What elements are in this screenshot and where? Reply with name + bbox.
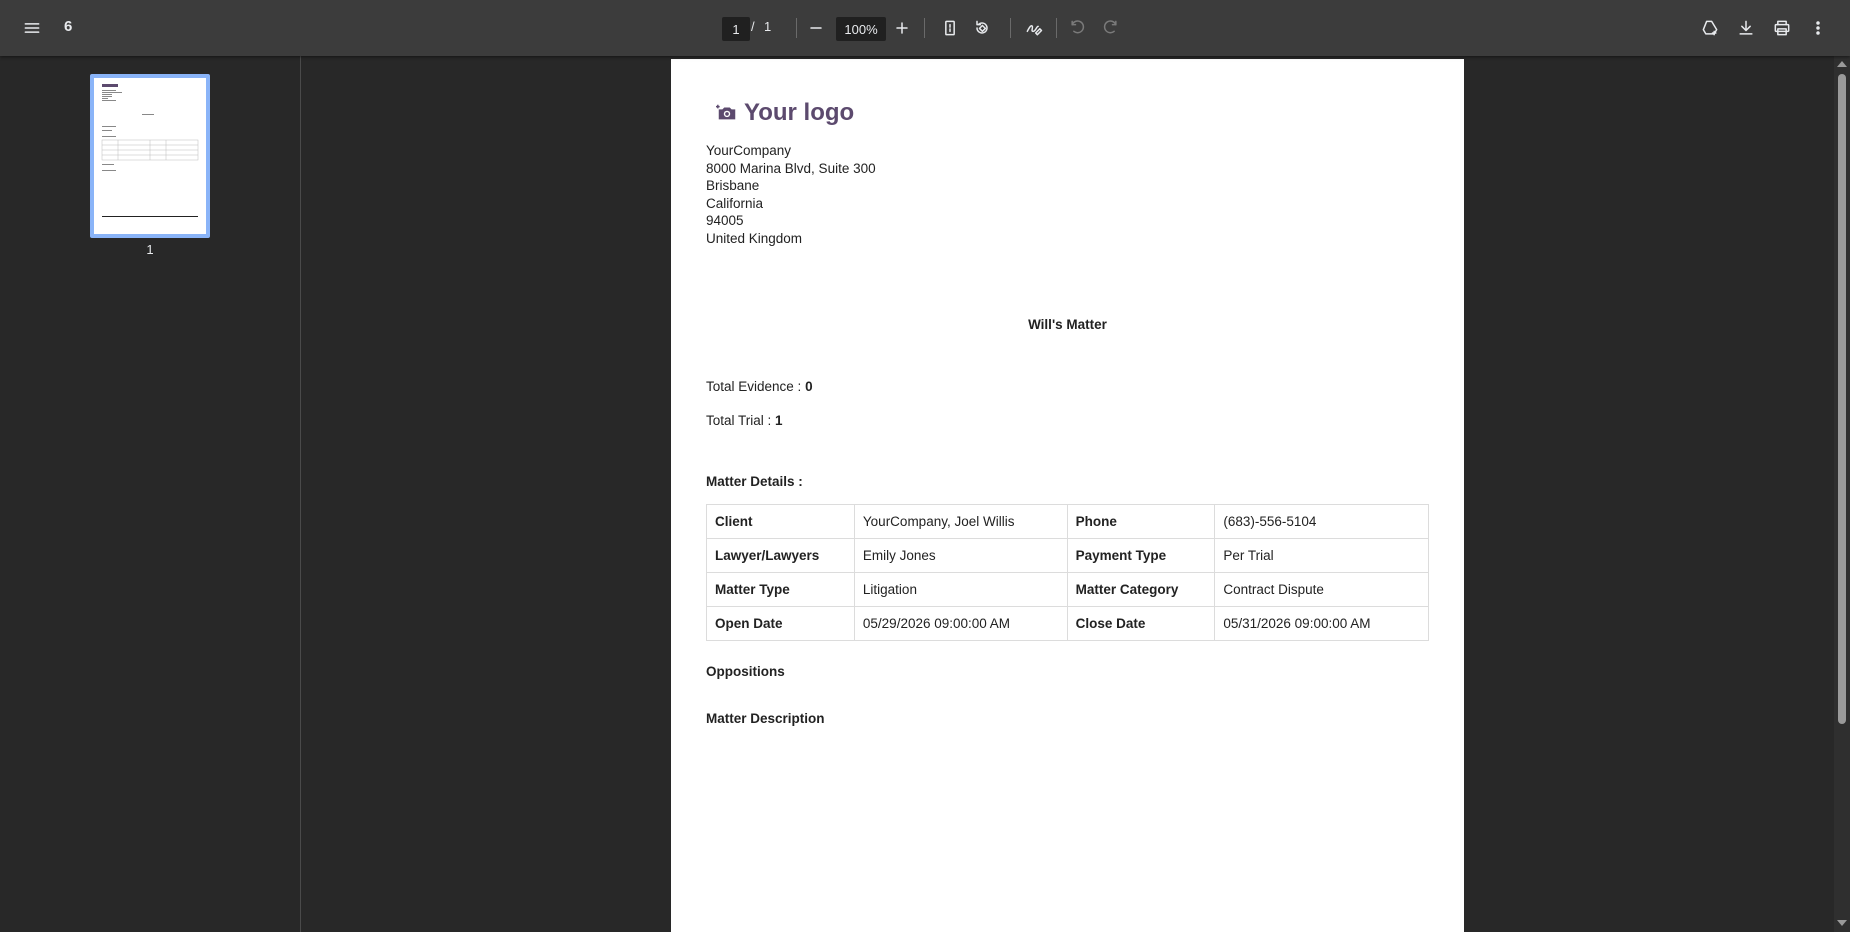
page-separator: / [751,19,755,34]
table-key: Phone [1066,504,1216,539]
zoom-in-button[interactable] [886,12,918,44]
fit-page-button[interactable] [934,12,966,44]
matter-title: Will's Matter [1028,317,1107,332]
table-row: Open Date 05/29/2026 09:00:00 AM Close D… [706,606,1429,641]
table-key: Close Date [1066,606,1216,641]
drive-add-icon [1702,20,1718,36]
table-value: Per Trial [1214,538,1429,573]
table-row: Matter Type Litigation Matter Category C… [706,572,1429,607]
scroll-up-arrow[interactable] [1837,61,1847,67]
company-address: YourCompany 8000 Marina Blvd, Suite 300 … [706,142,876,247]
minus-icon [810,27,822,29]
download-button[interactable] [1730,12,1762,44]
page-number-input[interactable] [722,17,750,41]
table-key: Payment Type [1066,538,1216,573]
matter-description-heading: Matter Description [706,711,825,726]
table-row: Client YourCompany, Joel Willis Phone (6… [706,504,1429,539]
logo-text: Your logo [744,99,855,126]
matter-details-heading: Matter Details : [706,474,803,489]
thumbnail-sidebar: 1 [0,56,301,932]
annotate-button[interactable] [1018,12,1050,44]
print-icon [1774,20,1790,36]
toolbar-divider [796,18,797,38]
address-line: YourCompany [706,143,792,158]
table-value: Emily Jones [853,538,1068,573]
total-trial-label: Total Trial : [706,413,776,428]
thumbnail-preview [94,78,206,234]
table-key: Matter Type [706,572,855,607]
toolbar: 6 / 1 [0,0,1850,56]
table-row: Lawyer/Lawyers Emily Jones Payment Type … [706,538,1429,573]
toolbar-divider [924,18,925,38]
thumbnail-page-number: 1 [146,242,154,257]
more-vert-icon [1816,21,1820,35]
zoom-input[interactable] [836,17,886,41]
address-line: California [706,195,764,211]
pdf-page: Your logo YourCompany 8000 Marina Blvd, … [671,59,1464,932]
total-evidence: Total Evidence : 0 [706,379,813,394]
address-line: 8000 Marina Blvd, Suite 300 [706,160,876,176]
table-value: 05/31/2026 09:00:00 AM [1214,606,1429,641]
address-line: 94005 [706,213,744,228]
table-value: 05/29/2026 09:00:00 AM [853,606,1068,641]
download-icon [1739,20,1753,35]
table-value: Contract Dispute [1214,572,1429,607]
print-button[interactable] [1766,12,1798,44]
document-title: 6 [64,18,73,35]
total-trial: Total Trial : 1 [706,413,783,428]
document-viewer[interactable]: Your logo YourCompany 8000 Marina Blvd, … [301,56,1834,932]
table-key: Lawyer/Lawyers [706,538,855,573]
save-to-drive-button[interactable] [1694,12,1726,44]
rotate-icon [976,20,988,34]
more-options-button[interactable] [1802,12,1834,44]
page-total: 1 [764,19,772,34]
total-evidence-label: Total Evidence : [706,379,806,394]
scrollbar-thumb[interactable] [1838,74,1846,724]
camera-add-icon [716,104,736,120]
address-line: Brisbane [706,178,760,193]
undo-icon [1071,20,1085,34]
toolbar-divider [1056,18,1057,38]
zoom-out-button[interactable] [800,12,832,44]
undo-button[interactable] [1062,12,1094,44]
table-value: (683)-556-5104 [1214,504,1429,539]
scroll-down-arrow[interactable] [1837,920,1847,926]
menu-icon [24,23,40,33]
table-key: Matter Category [1066,572,1216,607]
table-value: YourCompany, Joel Willis [853,504,1068,539]
rotate-button[interactable] [966,12,998,44]
table-key: Client [706,504,855,539]
draw-icon [1026,24,1043,36]
menu-button[interactable] [16,12,48,44]
total-evidence-value: 0 [805,379,813,394]
page-thumbnail[interactable] [90,74,210,238]
redo-button[interactable] [1094,12,1126,44]
oppositions-heading: Oppositions [706,664,785,679]
redo-icon [1103,20,1117,34]
fit-page-icon [945,20,955,36]
total-trial-value: 1 [775,413,783,428]
address-line: United Kingdom [706,230,803,246]
table-key: Open Date [706,606,855,641]
table-value: Litigation [853,572,1068,607]
matter-details-table: Client YourCompany, Joel Willis Phone (6… [706,504,1429,641]
toolbar-divider [1010,18,1011,38]
company-logo: Your logo [716,99,854,127]
vertical-scrollbar[interactable] [1834,56,1850,932]
plus-icon [896,22,908,34]
